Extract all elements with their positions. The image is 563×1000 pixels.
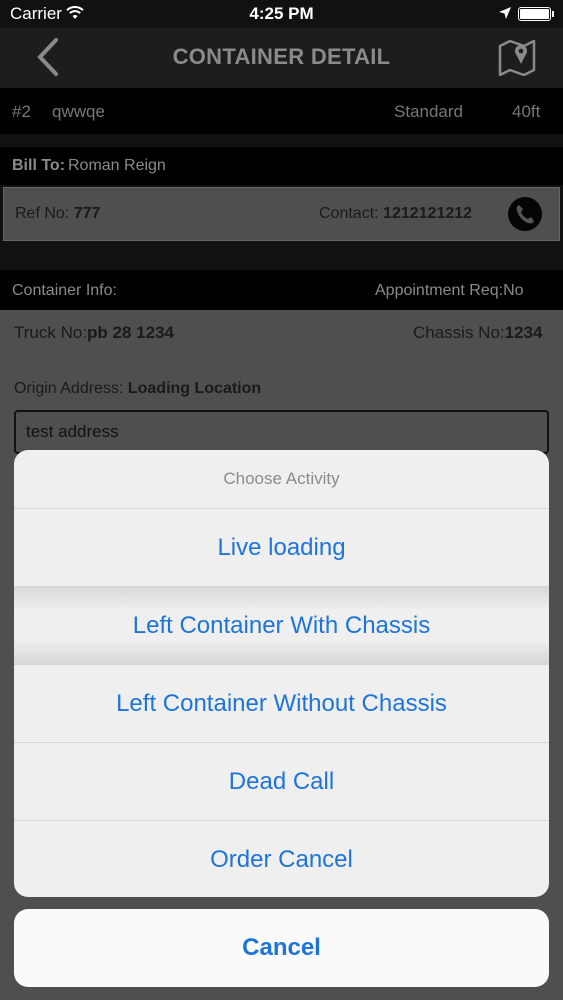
- status-bar: Carrier 4:25 PM: [0, 0, 563, 28]
- contact-value: 1212121212: [383, 205, 473, 222]
- origin-value: Loading Location: [127, 380, 262, 397]
- navigation-bar: CONTAINER DETAIL: [0, 28, 563, 88]
- ref-number: Ref No: 777: [15, 205, 100, 223]
- battery-icon: [518, 7, 554, 21]
- phone-call-icon[interactable]: [508, 197, 542, 231]
- truck-value: pb 28 1234: [87, 323, 174, 342]
- page-title: CONTAINER DETAIL: [172, 44, 391, 69]
- option-order-cancel[interactable]: Order Cancel: [14, 821, 549, 897]
- container-header-row: #2 qwwqe Standard 40ft: [0, 88, 563, 134]
- chassis-number: Chassis No:1234: [413, 323, 542, 343]
- contact-number: Contact: 1212121212: [319, 205, 472, 223]
- location-arrow-icon: [498, 5, 512, 25]
- container-name: qwwqe: [52, 102, 105, 121]
- option-left-container-with-chassis[interactable]: Left Container With Chassis: [14, 587, 549, 665]
- container-info-label: Container Info:: [12, 282, 117, 299]
- origin-label: Origin Address:: [14, 380, 124, 397]
- origin-address: Origin Address: Loading Location: [14, 380, 261, 398]
- container-size: 40ft: [512, 102, 541, 121]
- truck-label: Truck No:: [14, 323, 88, 342]
- contact-label: Contact:: [319, 205, 379, 222]
- choose-activity-sheet: Choose Activity Live loading Left Contai…: [14, 450, 549, 897]
- map-pin-icon[interactable]: [497, 38, 537, 77]
- ref-contact-row: Ref No: 777 Contact: 1212121212: [3, 187, 560, 241]
- appointment-required: Appointment Req:No: [375, 282, 524, 299]
- bill-to-value: Roman Reign: [68, 157, 166, 174]
- option-left-container-without-chassis[interactable]: Left Container Without Chassis: [14, 665, 549, 743]
- chassis-value: 1234: [504, 323, 543, 342]
- container-number: #2: [12, 102, 31, 121]
- address-field[interactable]: test address: [14, 410, 549, 454]
- ref-label: Ref No:: [15, 205, 70, 222]
- clock-time: 4:25 PM: [249, 4, 314, 23]
- container-type: Standard: [394, 102, 463, 121]
- ref-value: 777: [73, 205, 101, 222]
- truck-number: Truck No:pb 28 1234: [14, 323, 174, 343]
- bill-to-label: Bill To:: [12, 157, 66, 174]
- bill-to-row: Bill To: Roman Reign: [0, 147, 563, 185]
- container-info-row: Container Info: Appointment Req:No: [0, 270, 563, 310]
- action-sheet-title: Choose Activity: [14, 450, 549, 509]
- chassis-label: Chassis No:: [413, 323, 505, 342]
- option-live-loading[interactable]: Live loading: [14, 509, 549, 587]
- option-dead-call[interactable]: Dead Call: [14, 743, 549, 821]
- cancel-button[interactable]: Cancel: [14, 909, 549, 987]
